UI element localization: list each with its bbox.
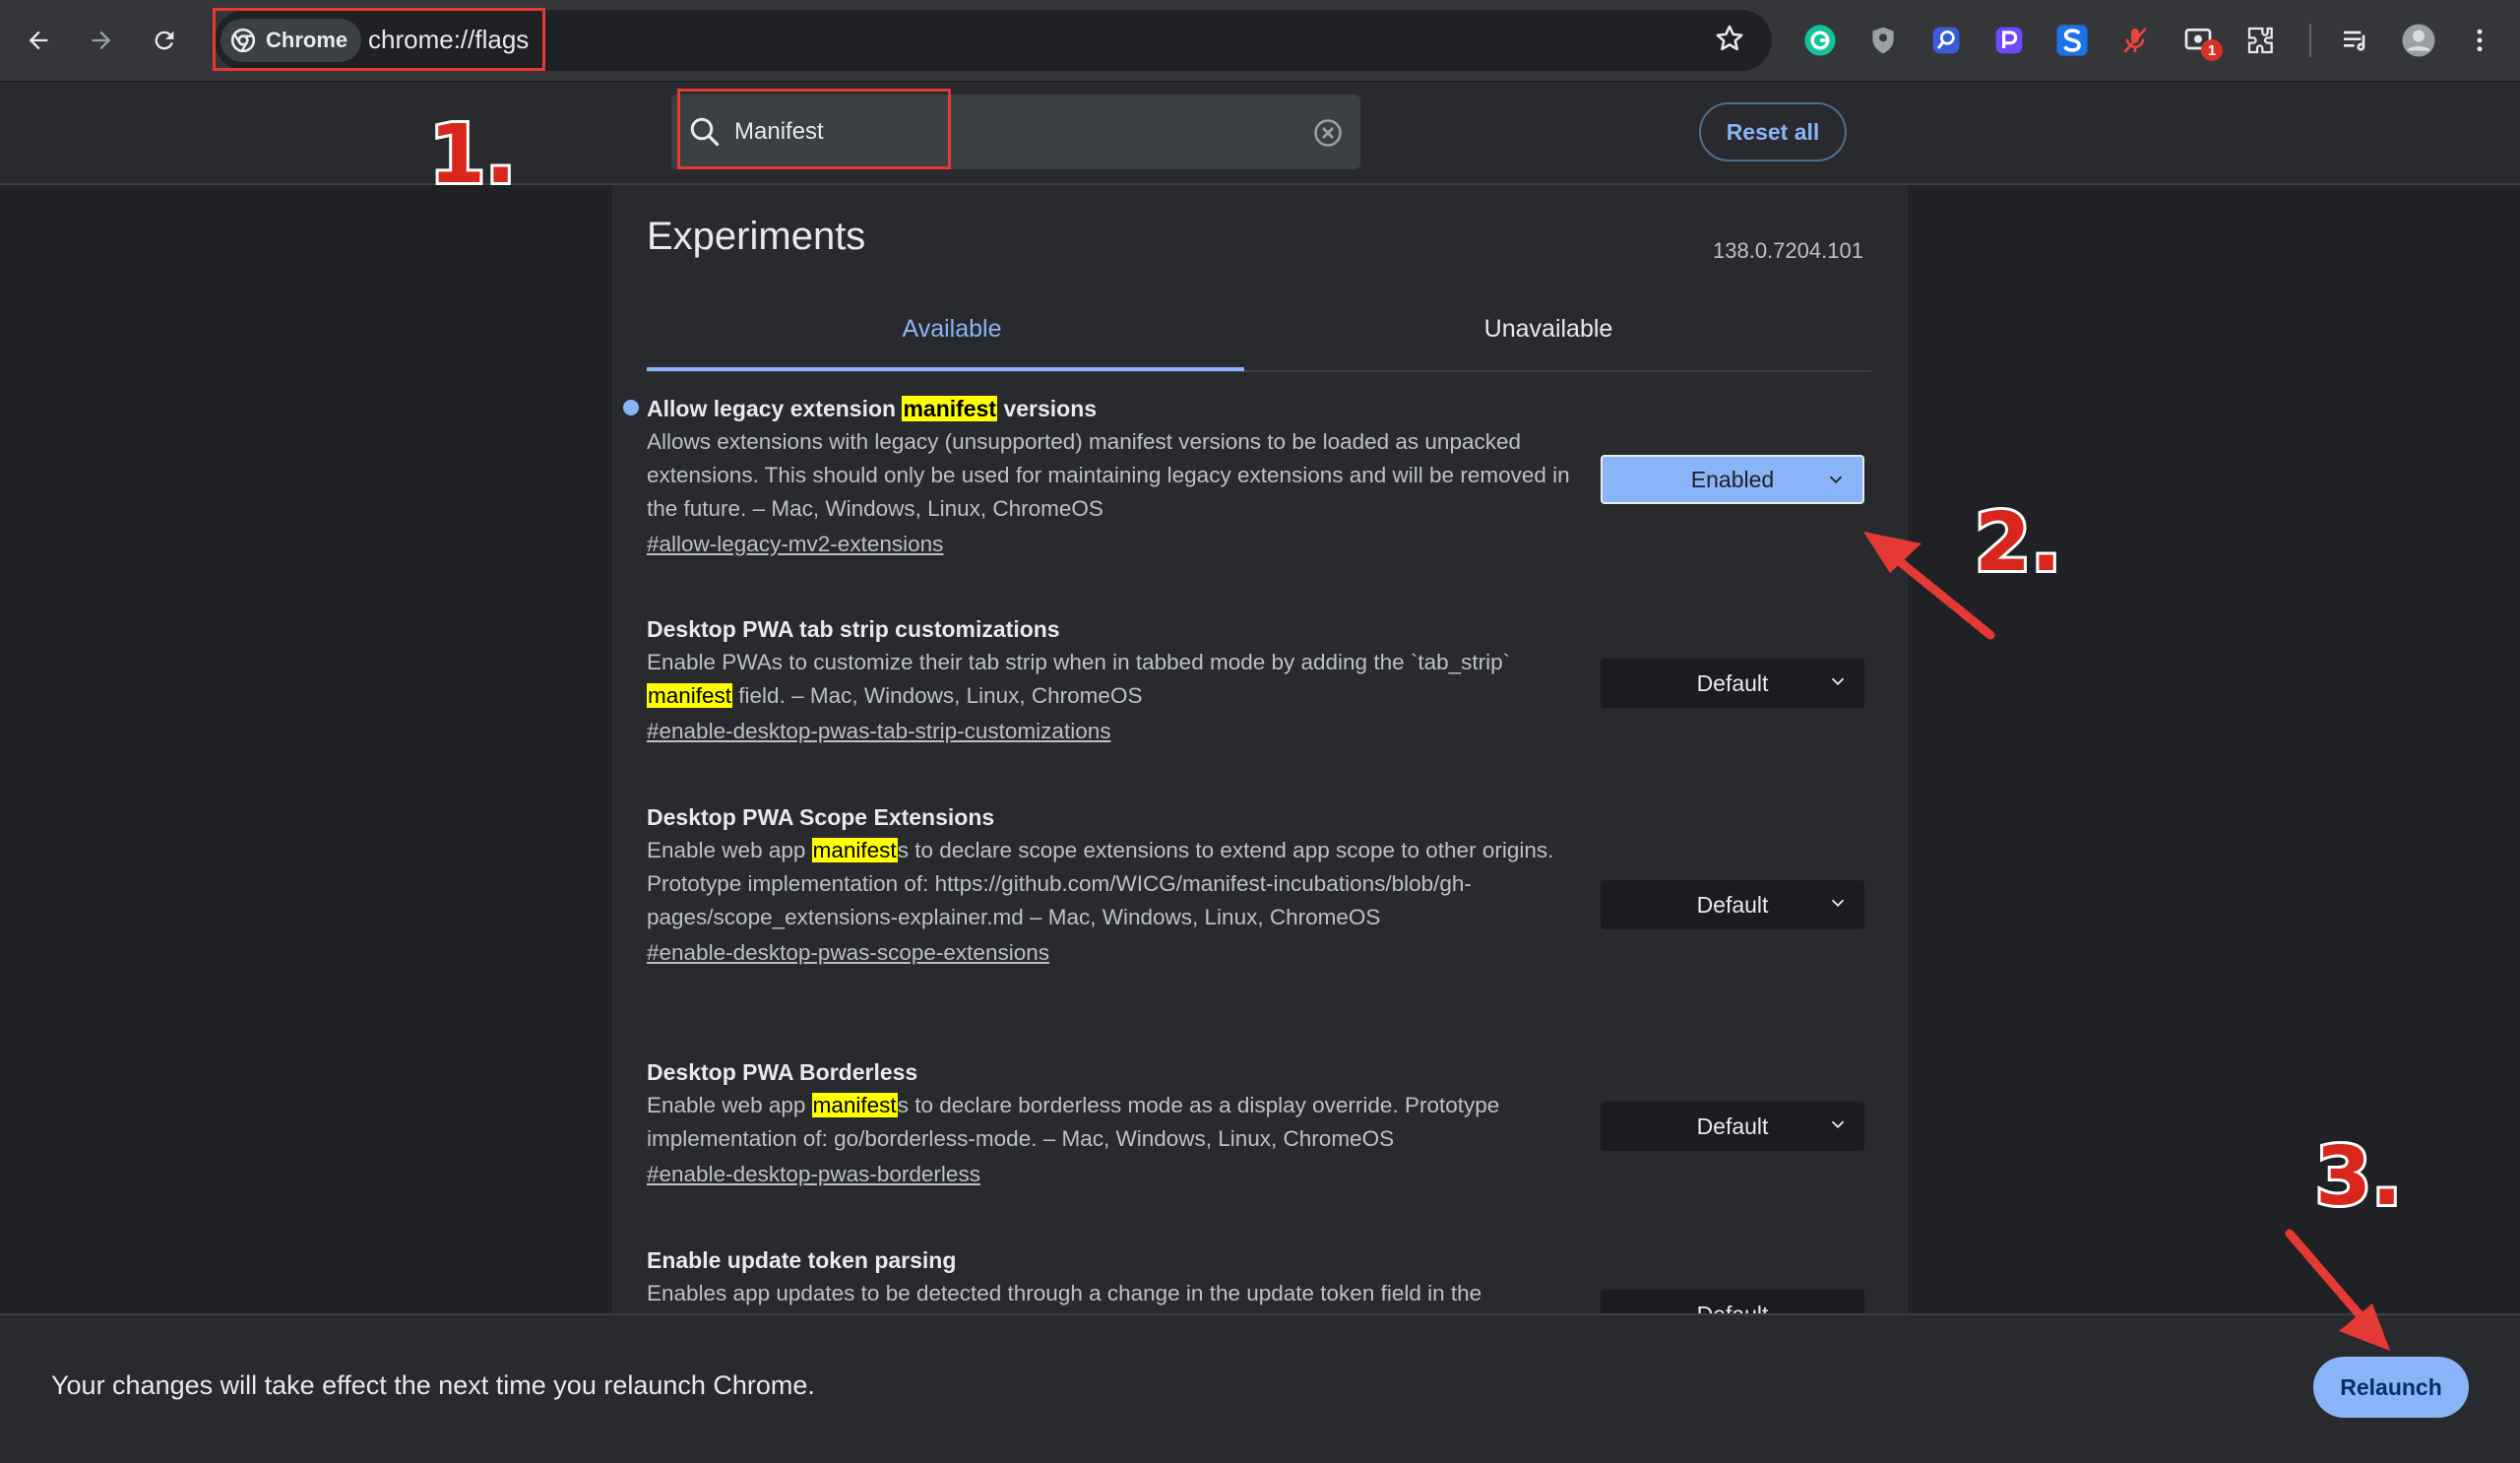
annotation-arrows (1863, 532, 2390, 1351)
arrow-step-2 (1863, 532, 1995, 640)
arrow-step-3 (2285, 1229, 2390, 1351)
